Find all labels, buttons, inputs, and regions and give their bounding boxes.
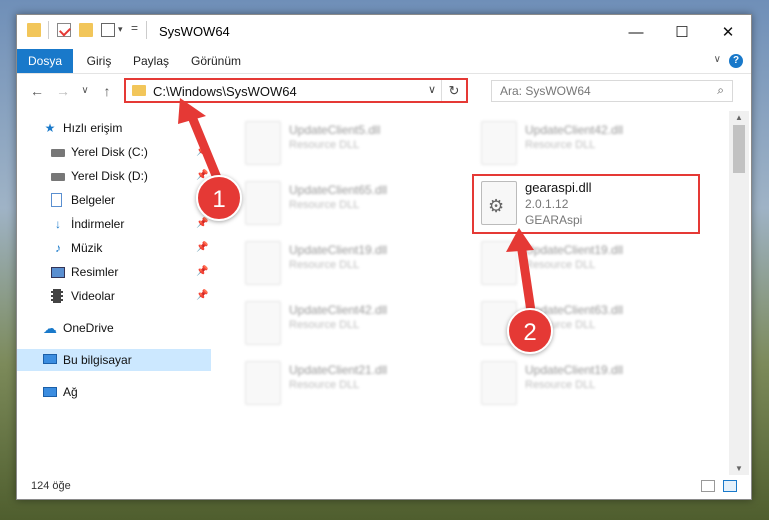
drive-icon: [51, 145, 65, 159]
sidebar-item-documents[interactable]: Belgeler 📌: [17, 189, 211, 211]
pin-icon: 📌: [196, 266, 209, 277]
sidebar-item-this-pc[interactable]: Bu bilgisayar: [17, 349, 211, 371]
navigation-pane: ★ Hızlı erişim Yerel Disk (C:) 📌 Yerel D…: [17, 111, 211, 471]
sidebar-item-videos[interactable]: Videolar 📌: [17, 285, 211, 307]
pin-icon: 📌: [196, 146, 209, 157]
expand-ribbon-icon[interactable]: ∨: [714, 54, 721, 65]
refresh-button[interactable]: ↻: [441, 80, 466, 101]
step-badge-2: 2: [507, 308, 553, 354]
dll-file-icon: [481, 241, 517, 285]
drive-icon: [51, 169, 65, 183]
details-view-icon[interactable]: [701, 480, 715, 492]
item-count: 124 öğe: [31, 480, 71, 492]
navigation-bar: ← → ∨ ↑ C:\Windows\SysWOW64 ∨ ↻ Ara: Sys…: [17, 74, 751, 110]
search-box[interactable]: Ara: SysWOW64 ⌕: [491, 80, 733, 102]
dll-file-icon: [245, 181, 281, 225]
download-icon: ↓: [55, 217, 61, 231]
up-button[interactable]: ↑: [97, 80, 117, 102]
sidebar-item-music[interactable]: ♪ Müzik 📌: [17, 237, 211, 259]
file-item[interactable]: UpdateClient19.dll Resource DLL: [481, 237, 691, 289]
title-bar: ▾ = SysWOW64 — ☐ ✕: [17, 15, 751, 49]
sidebar-item-pictures[interactable]: Resimler 📌: [17, 261, 211, 283]
status-bar: 124 öğe: [17, 475, 751, 499]
scroll-down-icon[interactable]: ▼: [729, 464, 749, 473]
dll-file-icon: [245, 301, 281, 345]
file-item[interactable]: UpdateClient42.dll Resource DLL: [481, 117, 691, 169]
highlight-box-gearaspi: [472, 174, 700, 234]
scroll-up-icon[interactable]: ▲: [729, 113, 749, 122]
divider: [48, 21, 49, 39]
explorer-window: ▾ = SysWOW64 — ☐ ✕ Dosya Giriş Paylaş Gö…: [16, 14, 752, 500]
sidebar-item-onedrive[interactable]: ☁ OneDrive: [17, 317, 211, 339]
address-bar[interactable]: C:\Windows\SysWOW64 ∨ ↻: [124, 78, 468, 103]
file-item[interactable]: UpdateClient19.dll Resource DLL: [481, 357, 691, 409]
large-icons-view-icon[interactable]: [723, 480, 737, 492]
dll-file-icon: [245, 241, 281, 285]
help-button[interactable]: ?: [729, 54, 743, 68]
folder-icon: [27, 23, 41, 37]
search-placeholder: Ara: SysWOW64: [500, 84, 591, 98]
file-item[interactable]: UpdateClient21.dll Resource DLL: [245, 357, 455, 409]
video-icon: [51, 289, 65, 303]
cloud-icon: ☁: [43, 320, 57, 336]
star-icon: ★: [44, 121, 56, 135]
tab-share[interactable]: Paylaş: [125, 49, 177, 73]
maximize-button[interactable]: ☐: [659, 15, 705, 49]
sidebar-item-drive-d[interactable]: Yerel Disk (D:) 📌: [17, 165, 211, 187]
pin-icon: 📌: [196, 290, 209, 301]
computer-icon: [43, 353, 57, 367]
sidebar-item-downloads[interactable]: ↓ İndirmeler 📌: [17, 213, 211, 235]
scroll-thumb[interactable]: [733, 125, 745, 173]
address-dropdown-icon[interactable]: ∨: [428, 83, 436, 96]
forward-button[interactable]: →: [53, 80, 73, 102]
qa-dropdown-icon[interactable]: ▾: [118, 24, 123, 35]
tab-view[interactable]: Görünüm: [183, 49, 249, 73]
tab-home[interactable]: Giriş: [77, 49, 121, 73]
vertical-scrollbar[interactable]: ▲ ▼: [729, 111, 749, 475]
window-title: SysWOW64: [159, 24, 230, 39]
properties-icon[interactable]: [57, 23, 72, 37]
music-icon: ♪: [55, 241, 61, 255]
minimize-button[interactable]: —: [613, 15, 659, 49]
pictures-icon: [51, 265, 65, 279]
file-item[interactable]: UpdateClient19.dll Resource DLL: [245, 237, 455, 289]
sidebar-item-quick-access[interactable]: ★ Hızlı erişim: [17, 117, 211, 139]
close-button[interactable]: ✕: [705, 15, 751, 49]
network-icon: [43, 385, 57, 399]
dll-file-icon: [481, 121, 517, 165]
ribbon-tabs: Dosya Giriş Paylaş Görünüm ∨ ?: [17, 49, 751, 74]
dll-file-icon: [245, 121, 281, 165]
folder-icon: [132, 85, 146, 96]
tab-file[interactable]: Dosya: [17, 49, 73, 73]
sidebar-item-drive-c[interactable]: Yerel Disk (C:) 📌: [17, 141, 211, 163]
file-item[interactable]: UpdateClient42.dll Resource DLL: [245, 297, 455, 349]
address-text: C:\Windows\SysWOW64: [153, 84, 297, 99]
step-badge-1: 1: [196, 175, 242, 221]
search-icon: ⌕: [717, 83, 724, 97]
dll-file-icon: [481, 361, 517, 405]
file-item[interactable]: UpdateClient5.dll Resource DLL: [245, 117, 455, 169]
rename-icon[interactable]: [101, 23, 115, 37]
dll-file-icon: [245, 361, 281, 405]
pin-icon: 📌: [196, 242, 209, 253]
back-button[interactable]: ←: [27, 80, 47, 102]
new-folder-icon[interactable]: [79, 23, 93, 37]
customize-icon[interactable]: =: [131, 21, 138, 35]
sidebar-item-network[interactable]: Ağ: [17, 381, 211, 403]
documents-icon: [51, 193, 65, 207]
file-list: UpdateClient5.dll Resource DLL UpdateCli…: [229, 111, 724, 475]
divider: [146, 21, 147, 39]
recent-locations-button[interactable]: ∨: [75, 80, 95, 102]
file-item[interactable]: UpdateClient65.dll Resource DLL: [245, 177, 455, 229]
